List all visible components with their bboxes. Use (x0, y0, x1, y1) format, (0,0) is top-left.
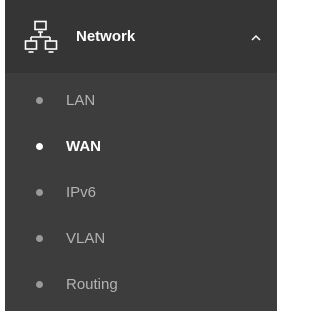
network-sidebar-menu: Network LAN WAN IPv6 VLAN Routing (5, 0, 277, 311)
submenu-item-routing[interactable]: Routing (5, 257, 277, 303)
submenu-item-ipv6[interactable]: IPv6 (5, 165, 277, 211)
submenu-item-label: WAN (66, 138, 101, 155)
bullet-icon (36, 143, 43, 150)
bullet-icon (36, 235, 43, 242)
network-menu-header[interactable]: Network (5, 0, 277, 73)
bullet-icon (36, 97, 43, 104)
bullet-icon (36, 189, 43, 196)
network-submenu: LAN WAN IPv6 VLAN Routing (5, 73, 277, 303)
submenu-item-label: Routing (66, 276, 118, 293)
submenu-item-wan[interactable]: WAN (5, 119, 277, 165)
submenu-item-label: VLAN (66, 230, 106, 247)
network-menu-title: Network (76, 28, 136, 45)
submenu-item-label: LAN (66, 92, 96, 109)
chevron-up-icon[interactable] (249, 30, 263, 41)
submenu-item-label: IPv6 (66, 184, 97, 201)
submenu-item-lan[interactable]: LAN (5, 73, 277, 119)
submenu-item-vlan[interactable]: VLAN (5, 211, 277, 257)
network-icon (24, 20, 58, 54)
bullet-icon (36, 281, 43, 288)
